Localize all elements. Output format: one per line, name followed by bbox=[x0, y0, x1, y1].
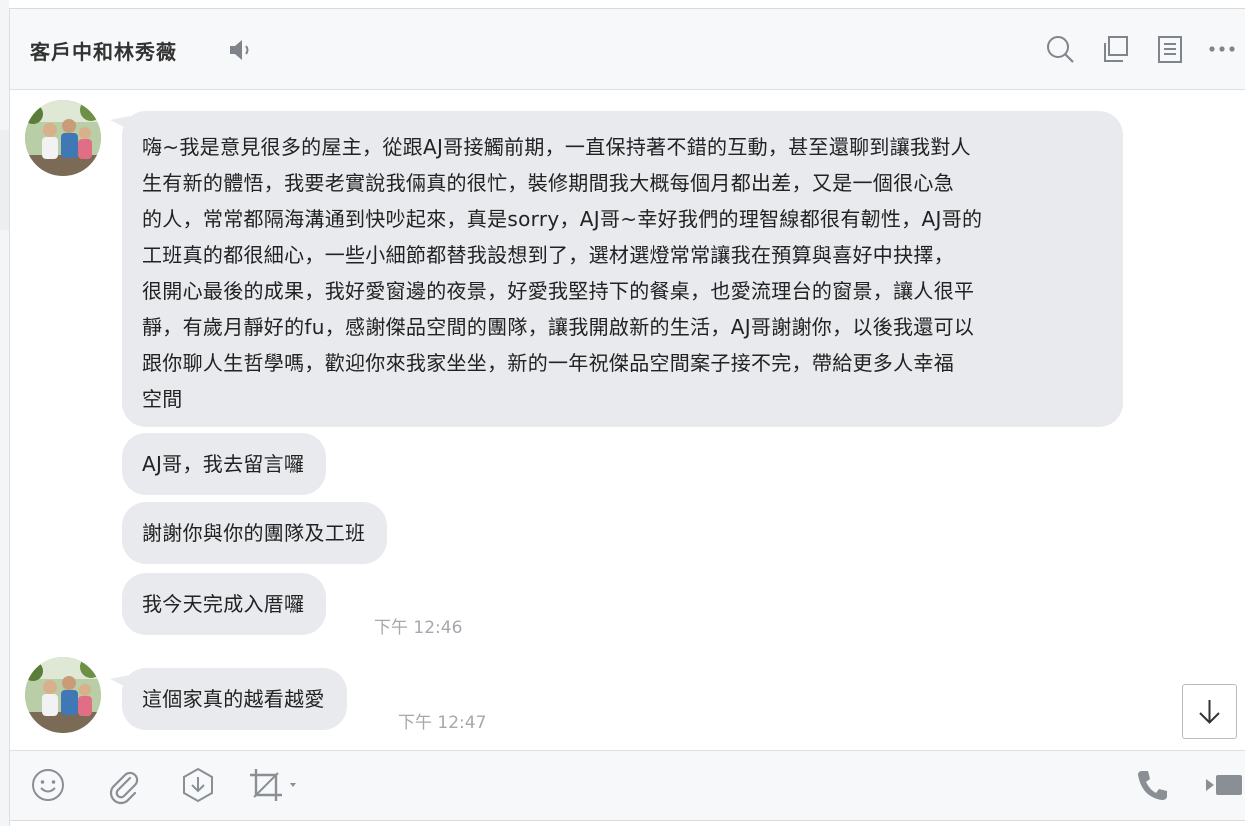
video-icon[interactable] bbox=[1202, 765, 1245, 805]
message-bubble[interactable]: AJ哥，我去留言囉 bbox=[122, 433, 327, 495]
message-line: 靜，有歲月靜好的fu，感謝傑品空間的團隊，讓我開啟新的生活，AJ哥謝謝你，以後我… bbox=[142, 315, 975, 339]
left-panel-edge bbox=[0, 0, 10, 826]
chat-title: 客戶中和林秀薇 bbox=[30, 40, 177, 64]
message-bubble[interactable]: 我今天完成入厝囉 bbox=[122, 573, 327, 635]
emoji-icon[interactable] bbox=[28, 765, 68, 805]
message-line: 的人，常常都隔海溝通到快吵起來，真是sorry，AJ哥~幸好我們的理智線都很有韌… bbox=[142, 207, 983, 231]
message-bubble[interactable]: 嗨~我是意見很多的屋主，從跟AJ哥接觸前期，一直保持著不錯的互動，甚至還聊到讓我… bbox=[122, 111, 1123, 427]
message-bubble[interactable]: 謝謝你與你的團隊及工班 bbox=[122, 502, 388, 564]
message-time: 下午 12:46 bbox=[374, 618, 463, 638]
phone-icon[interactable] bbox=[1132, 765, 1172, 805]
download-icon[interactable] bbox=[178, 765, 218, 805]
message-line: 工班真的都很細心，一些小細節都替我設想到了，選材選燈常常讓我在預算與喜好中抉擇， bbox=[142, 243, 954, 267]
search-icon[interactable] bbox=[1045, 34, 1075, 64]
chat-area[interactable]: 嗨~我是意見很多的屋主，從跟AJ哥接觸前期，一直保持著不錯的互動，甚至還聊到讓我… bbox=[10, 90, 1245, 748]
message-bubble[interactable]: 這個家真的越看越愛 bbox=[122, 668, 347, 730]
chat-header: 客戶中和林秀薇 bbox=[10, 9, 1245, 90]
message-line: 嗨~我是意見很多的屋主，從跟AJ哥接觸前期，一直保持著不錯的互動，甚至還聊到讓我… bbox=[142, 135, 971, 159]
arrow-down-icon bbox=[1199, 700, 1220, 724]
speaker-icon[interactable] bbox=[228, 39, 254, 61]
message-line: 很開心最後的成果，我好愛窗邊的夜景，好愛我堅持下的餐桌，也愛流理台的窗景，讓人很… bbox=[142, 279, 975, 303]
notes-icon[interactable] bbox=[1155, 34, 1185, 64]
crop-icon[interactable] bbox=[246, 765, 304, 805]
message-text: AJ哥，我去留言囉 bbox=[142, 452, 305, 476]
left-panel-notch bbox=[0, 130, 9, 230]
message-line: 空間 bbox=[142, 387, 183, 411]
message-line: 生有新的體悟，我要老實說我倆真的很忙，裝修期間我大概每個月都出差，又是一個很心急 bbox=[142, 171, 954, 195]
message-line: 跟你聊人生哲學嗎，歡迎你來我家坐坐，新的一年祝傑品空間案子接不完，帶給更多人幸福 bbox=[142, 351, 954, 375]
avatar-photo bbox=[25, 657, 101, 733]
scroll-down-button[interactable] bbox=[1182, 684, 1237, 739]
avatar[interactable] bbox=[25, 657, 101, 733]
message-text: 謝謝你與你的團隊及工班 bbox=[142, 521, 366, 545]
avatar-photo bbox=[25, 100, 101, 176]
composer-toolbar bbox=[10, 750, 1245, 821]
message-text: 這個家真的越看越愛 bbox=[142, 687, 325, 711]
copy-icon[interactable] bbox=[1100, 34, 1130, 64]
message-text: 我今天完成入厝囉 bbox=[142, 592, 305, 616]
attach-icon[interactable] bbox=[103, 765, 143, 805]
more-icon[interactable] bbox=[1207, 34, 1237, 64]
avatar[interactable] bbox=[25, 100, 101, 176]
message-time: 下午 12:47 bbox=[398, 713, 487, 733]
top-strip bbox=[9, 0, 1245, 9]
